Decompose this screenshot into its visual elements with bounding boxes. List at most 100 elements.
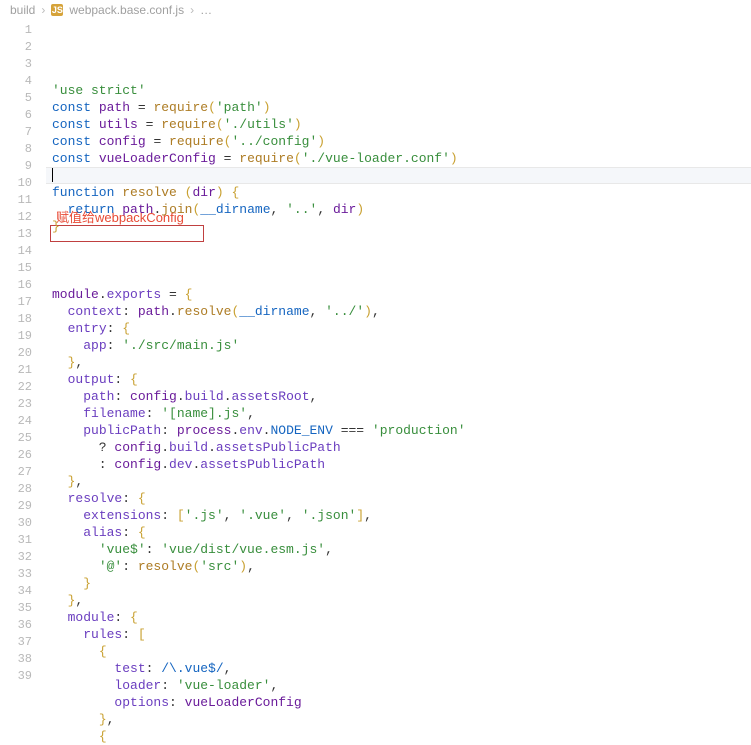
breadcrumb-trailing: … [200, 3, 212, 17]
token-var: module [52, 287, 99, 302]
token-br: { [99, 729, 107, 744]
line-number: 25 [0, 430, 46, 447]
token-prop: assetsRoot [232, 389, 310, 404]
code-line[interactable]: const config = require('../config') [46, 133, 751, 150]
token-op: = [161, 287, 184, 302]
token-kw: const [52, 117, 91, 132]
token-var: process [177, 423, 232, 438]
code-line[interactable]: const vueLoaderConfig = require('./vue-l… [46, 150, 751, 167]
code-line[interactable]: const path = require('path') [46, 99, 751, 116]
token-br: { [185, 287, 193, 302]
code-line[interactable]: context: path.resolve(__dirname, '../'), [46, 303, 751, 320]
code-line[interactable]: ? config.build.assetsPublicPath [46, 439, 751, 456]
code-line[interactable]: extensions: ['.js', '.vue', '.json'], [46, 507, 751, 524]
token-str: '.vue' [239, 508, 286, 523]
token-str: '..' [286, 202, 317, 217]
line-number: 6 [0, 107, 46, 124]
line-number: 7 [0, 124, 46, 141]
code-line[interactable]: 'use strict' [46, 82, 751, 99]
code-line[interactable]: filename: '[name].js', [46, 405, 751, 422]
line-number: 11 [0, 192, 46, 209]
line-number: 34 [0, 583, 46, 600]
code-line[interactable]: return path.join(__dirname, '..', dir) [46, 201, 751, 218]
code-line[interactable]: app: './src/main.js' [46, 337, 751, 354]
code-line[interactable]: alias: { [46, 524, 751, 541]
code-line[interactable]: output: { [46, 371, 751, 388]
token-p: : [169, 695, 185, 710]
code-line[interactable]: }, [46, 354, 751, 371]
token-p: . [224, 389, 232, 404]
code-line[interactable]: options: vueLoaderConfig [46, 694, 751, 711]
token-p: , [310, 389, 318, 404]
code-line[interactable]: const utils = require('./utils') [46, 116, 751, 133]
code-line[interactable]: test: /\.vue$/, [46, 660, 751, 677]
code-line[interactable]: module: { [46, 609, 751, 626]
token-p [52, 406, 83, 421]
token-p: : [107, 321, 123, 336]
code-line[interactable]: '@': resolve('src'), [46, 558, 751, 575]
token-p [52, 661, 114, 676]
token-p: : [146, 406, 162, 421]
token-kw: function [52, 185, 114, 200]
code-line[interactable]: loader: 'vue-loader', [46, 677, 751, 694]
token-p: , [364, 508, 372, 523]
line-number: 2 [0, 39, 46, 56]
token-br: ) [317, 134, 325, 149]
token-kw: const [52, 134, 91, 149]
token-str: './src/main.js' [122, 338, 239, 353]
code-line[interactable]: }, [46, 711, 751, 728]
code-line[interactable] [46, 252, 751, 269]
line-number: 19 [0, 328, 46, 345]
code-editor[interactable]: 1234567891011121314151617181920212223242… [0, 20, 751, 681]
line-number: 13 [0, 226, 46, 243]
line-number: 27 [0, 464, 46, 481]
token-c: NODE_ENV [270, 423, 332, 438]
code-line[interactable] [46, 235, 751, 252]
code-line[interactable]: } [46, 575, 751, 592]
token-p [52, 321, 68, 336]
token-kw: const [52, 100, 91, 115]
code-area[interactable]: 赋值给webpackConfig 'use strict'const path … [46, 20, 751, 681]
breadcrumb[interactable]: build › JS webpack.base.conf.js › … [0, 0, 751, 20]
token-br: ( [294, 151, 302, 166]
token-p [52, 508, 83, 523]
token-str: './utils' [224, 117, 294, 132]
token-p: , [270, 678, 278, 693]
code-line[interactable]: rules: [ [46, 626, 751, 643]
token-p [52, 593, 68, 608]
code-line[interactable]: } [46, 218, 751, 235]
breadcrumb-file[interactable]: webpack.base.conf.js [69, 3, 184, 17]
token-str: 'use strict' [52, 83, 146, 98]
token-str: 'vue/dist/vue.esm.js' [161, 542, 325, 557]
token-var: path [138, 304, 169, 319]
token-var: config [130, 389, 177, 404]
token-br: ) [216, 185, 224, 200]
code-line[interactable]: { [46, 643, 751, 660]
code-line[interactable]: module.exports = { [46, 286, 751, 303]
code-line[interactable]: : config.dev.assetsPublicPath [46, 456, 751, 473]
line-number: 14 [0, 243, 46, 260]
token-p [52, 644, 99, 659]
breadcrumb-folder[interactable]: build [10, 3, 35, 17]
code-line[interactable]: resolve: { [46, 490, 751, 507]
code-line[interactable]: }, [46, 592, 751, 609]
code-line[interactable]: }, [46, 473, 751, 490]
token-p: : [52, 457, 114, 472]
line-number: 9 [0, 158, 46, 175]
code-line[interactable]: path: config.build.assetsRoot, [46, 388, 751, 405]
code-line[interactable]: entry: { [46, 320, 751, 337]
code-line[interactable]: 'vue$': 'vue/dist/vue.esm.js', [46, 541, 751, 558]
token-prop: build [169, 440, 208, 455]
token-str: '../config' [231, 134, 317, 149]
token-p: . [161, 440, 169, 455]
text-cursor [52, 168, 53, 182]
code-line[interactable]: function resolve (dir) { [46, 184, 751, 201]
code-line[interactable] [46, 167, 751, 184]
code-line[interactable] [46, 269, 751, 286]
code-line[interactable]: publicPath: process.env.NODE_ENV === 'pr… [46, 422, 751, 439]
token-prop: test [114, 661, 145, 676]
token-prop: extensions [83, 508, 161, 523]
token-p: : [146, 542, 162, 557]
line-number: 36 [0, 617, 46, 634]
code-line[interactable]: { [46, 728, 751, 745]
